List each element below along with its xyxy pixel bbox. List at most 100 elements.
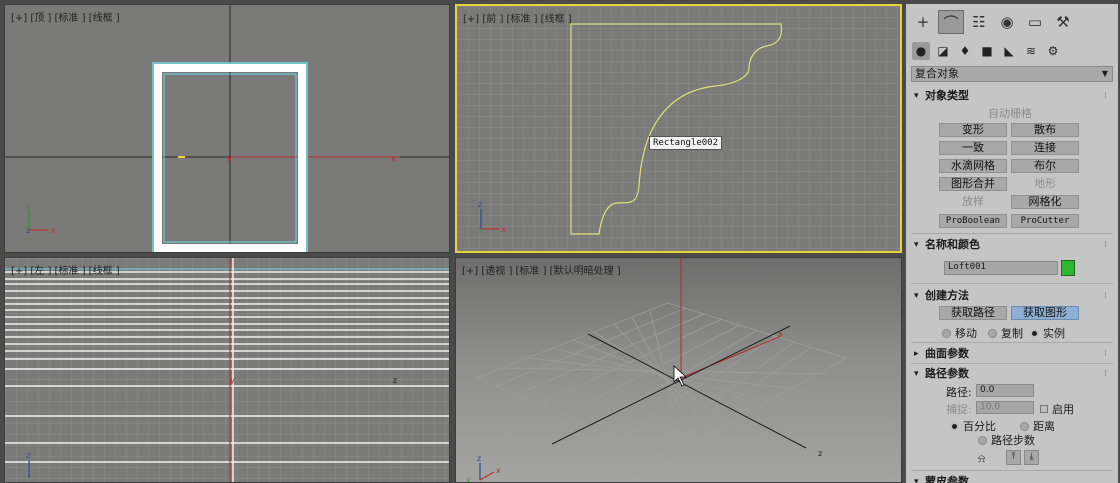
mesher-button[interactable]: 网格化 [1011, 195, 1079, 209]
move-radio[interactable]: 移动 [942, 325, 977, 341]
svg-text:y: y [466, 475, 471, 483]
proboolean-button[interactable]: ProBoolean [939, 214, 1007, 228]
path-label: 路径: [946, 386, 972, 399]
rollout-path-params-header[interactable]: ▾ 路径参数 ⁞ [911, 366, 1113, 382]
axis-tripod-icon-persp: z x y [466, 454, 501, 483]
perspective-canvas: x z z x y [466, 258, 848, 483]
left-view-canvas: y z z [5, 258, 449, 482]
radio-dot-selected [950, 421, 959, 431]
pin-icon: ⁞ [1104, 240, 1107, 250]
spacewarps-icon[interactable]: ≋ [1022, 42, 1040, 60]
y-axis-label: y [227, 154, 232, 163]
rollout-creation-method-title: 创建方法 [925, 289, 969, 302]
radio-dot [988, 328, 997, 338]
distance-label: 距离 [1033, 420, 1055, 433]
shapemerge-button[interactable]: 图形合并 [939, 177, 1007, 191]
svg-text:x: x [778, 329, 783, 338]
viewport-left-label[interactable]: [+] [左 ] [标准 ] [线框 ] [11, 262, 120, 277]
instance-radio[interactable]: 实例 [1030, 325, 1065, 341]
radio-dot [978, 435, 987, 445]
radio-dot [942, 328, 951, 338]
lights-icon[interactable]: ♦ [956, 42, 974, 60]
object-color-swatch[interactable] [1061, 260, 1075, 276]
object-name-input[interactable]: Loft001 [944, 261, 1058, 275]
cameras-icon[interactable]: ■ [978, 42, 996, 60]
pick-shape-icon[interactable]: ⍾ [978, 452, 985, 466]
connect-button[interactable]: 连接 [1011, 141, 1079, 155]
enable-checkbox[interactable]: 启用 [1040, 401, 1074, 417]
terrain-button[interactable]: 地形 [1011, 177, 1079, 191]
motion-icon: ◉ [1000, 13, 1014, 31]
pin-icon: ⁞ [1104, 369, 1107, 379]
divider [911, 470, 1113, 471]
svg-text:y: y [478, 225, 483, 234]
rollout-skin-params-header[interactable]: ▾ 蒙皮参数 [911, 474, 1113, 483]
hierarchy-icon: ☷ [972, 13, 986, 31]
copy-label: 复制 [1001, 327, 1023, 340]
rollout-object-type-header[interactable]: ▾ 对象类型 ⁞ [911, 88, 1113, 104]
svg-text:z: z [26, 226, 30, 235]
rollout-surface-params-header[interactable]: ▸ 曲面参数 ⁞ [911, 346, 1113, 362]
enable-label: 启用 [1052, 403, 1074, 416]
viewport-top[interactable]: y x y x z [+] [顶 ] [标准 ] [线框 ] [4, 4, 450, 253]
modify-tab[interactable]: ⌒ [938, 10, 964, 34]
systems-icon[interactable]: ⚙ [1044, 42, 1062, 60]
loft-button[interactable]: 放样 [939, 195, 1007, 209]
viewport-front-label[interactable]: [+] [前 ] [标准 ] [线框 ] [463, 10, 572, 25]
boolean-button[interactable]: 布尔 [1011, 159, 1079, 173]
scatter-button[interactable]: 散布 [1011, 123, 1079, 137]
path-spinner[interactable]: 0.0 [976, 384, 1034, 397]
radio-dot-selected [1030, 328, 1039, 338]
motion-tab[interactable]: ◉ [994, 10, 1020, 34]
hierarchy-tab[interactable]: ☷ [966, 10, 992, 34]
move-label: 移动 [955, 327, 977, 340]
autogrid-checkbox[interactable]: 自动栅格 [976, 107, 1044, 121]
viewport-left[interactable]: y z z [+] [左 ] [标准 ] [线框 ] [4, 257, 450, 483]
get-shape-button[interactable]: 获取图形 [1011, 306, 1079, 320]
expand-icon: ▸ [914, 349, 919, 359]
previous-shape-button[interactable]: ⤒ [1006, 450, 1021, 465]
utilities-tab[interactable]: ⚒ [1050, 10, 1076, 34]
create-category-icons: ● ◪ ♦ ■ ◣ ≋ ⚙ [912, 42, 1062, 60]
helpers-icon[interactable]: ◣ [1000, 42, 1018, 60]
divider [911, 363, 1113, 364]
svg-text:y: y [230, 376, 235, 385]
next-shape-button[interactable]: ⤓ [1024, 450, 1039, 465]
snap-spinner[interactable]: 10.0 [976, 401, 1034, 414]
perspective-grid [474, 302, 848, 459]
path-steps-radio[interactable]: 路径步数 [978, 432, 1035, 448]
viewport-front[interactable]: z x y [+] [前 ] [标准 ] [线框 ] Rectangle002 [455, 4, 902, 253]
arrow-down-icon: ⤓ [1029, 452, 1034, 462]
category-dropdown[interactable]: 复合对象 ▼ [911, 66, 1113, 82]
shapes-icon[interactable]: ◪ [934, 42, 952, 60]
rollout-name-color-header[interactable]: ▾ 名称和颜色 ⁞ [911, 237, 1113, 253]
display-tab[interactable]: ▭ [1022, 10, 1048, 34]
top-view-canvas: y x y x z [5, 5, 449, 252]
collapse-icon: ▾ [914, 291, 919, 301]
create-tab[interactable]: + [910, 10, 936, 34]
morph-button[interactable]: 变形 [939, 123, 1007, 137]
rollout-creation-method-header[interactable]: ▾ 创建方法 ⁞ [911, 288, 1113, 304]
blobmesh-button[interactable]: 水滴网格 [939, 159, 1007, 173]
collapse-icon: ▾ [914, 369, 919, 379]
rollout-skin-params-title: 蒙皮参数 [925, 475, 969, 483]
get-path-button[interactable]: 获取路径 [939, 306, 1007, 320]
conform-button[interactable]: 一致 [939, 141, 1007, 155]
viewport-top-label[interactable]: [+] [顶 ] [标准 ] [线框 ] [11, 9, 120, 24]
collapse-icon: ▾ [914, 91, 919, 101]
copy-radio[interactable]: 复制 [988, 325, 1023, 341]
svg-text:z: z [477, 454, 481, 463]
x-axis-label: x [391, 154, 396, 163]
viewport-perspective-label[interactable]: [+] [透视 ] [标准 ] [默认明暗处理 ] [462, 262, 621, 277]
svg-text:x: x [501, 225, 506, 234]
rollout-object-type-title: 对象类型 [925, 89, 969, 102]
divider [911, 342, 1113, 343]
axis-tripod-icon: y x z [26, 203, 56, 235]
collapse-icon: ▾ [914, 477, 919, 483]
viewport-perspective[interactable]: x z z x y [+] [透视 ] [标准 ] [默认明暗处理 ] [455, 257, 902, 483]
wrench-icon: ⚒ [1056, 13, 1070, 31]
procutter-button[interactable]: ProCutter [1011, 214, 1079, 228]
category-dropdown-value: 复合对象 [915, 67, 959, 80]
geometry-icon[interactable]: ● [912, 42, 930, 60]
instance-label: 实例 [1043, 327, 1065, 340]
